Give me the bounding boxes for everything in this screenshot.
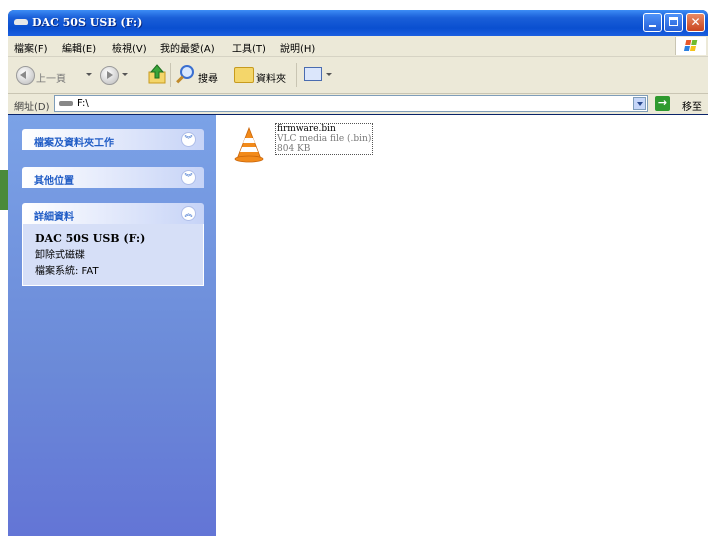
- places-header[interactable]: 其他位置 ︾: [22, 167, 204, 188]
- windows-logo: [675, 37, 706, 55]
- forward-button[interactable]: [100, 66, 119, 85]
- windows-flag-icon: [683, 40, 699, 52]
- maximize-button[interactable]: [664, 13, 683, 32]
- close-button[interactable]: ✕: [686, 13, 705, 32]
- address-label: 網址(D): [14, 102, 50, 113]
- folders-label[interactable]: 資料夾: [256, 70, 286, 85]
- places-header-label: 其他位置: [34, 176, 74, 187]
- file-item[interactable]: firmware.bin VLC media file (.bin) 804 K…: [228, 121, 378, 169]
- menu-file[interactable]: 檔案(F): [14, 40, 48, 55]
- forward-dropdown-icon[interactable]: [122, 73, 128, 76]
- task-pane: 檔案及資料夾工作 ︾ 其他位置 ︾ 詳細資料 ︽ DAC 50S USB (F:…: [8, 115, 216, 536]
- drive-icon: [59, 101, 73, 106]
- views-icon[interactable]: [304, 67, 322, 81]
- menu-help[interactable]: 說明(H): [280, 40, 315, 55]
- toolbar: 上一頁 搜尋 資料夾: [8, 57, 708, 94]
- up-folder-icon[interactable]: [148, 64, 166, 84]
- file-type: VLC media file (.bin): [277, 134, 372, 144]
- drive-icon: [14, 19, 28, 25]
- back-label: 上一頁: [36, 74, 66, 85]
- tasks-header[interactable]: 檔案及資料夾工作 ︾: [22, 129, 204, 150]
- back-dropdown-icon[interactable]: [86, 73, 92, 76]
- folders-icon[interactable]: [234, 67, 254, 83]
- vlc-cone-icon: [234, 127, 264, 163]
- file-label: firmware.bin VLC media file (.bin) 804 K…: [275, 123, 374, 155]
- go-arrow-icon[interactable]: →: [655, 96, 670, 111]
- file-size: 804 KB: [277, 144, 311, 154]
- chevron-down-icon[interactable]: ︾: [181, 132, 196, 147]
- menu-edit[interactable]: 編輯(E): [62, 40, 96, 55]
- background-strip: [0, 170, 8, 210]
- tasks-box: 檔案及資料夾工作 ︾: [22, 129, 204, 150]
- window-title: DAC 50S USB (F:): [32, 16, 143, 29]
- minimize-button[interactable]: [643, 13, 662, 32]
- details-header-label: 詳細資料: [34, 212, 74, 223]
- toolbar-separator: [296, 63, 297, 87]
- go-button[interactable]: 移至: [682, 98, 702, 113]
- back-button[interactable]: [16, 66, 35, 85]
- toolbar-separator: [170, 63, 171, 87]
- menu-view[interactable]: 檢視(V): [112, 40, 147, 55]
- forward-arrow-icon: [107, 71, 113, 79]
- title-bar[interactable]: DAC 50S USB (F:) ✕: [8, 10, 708, 36]
- details-name: DAC 50S USB (F:): [35, 232, 146, 245]
- close-icon: ✕: [690, 15, 701, 29]
- details-box: 詳細資料 ︽ DAC 50S USB (F:) 卸除式磁碟 檔案系統: FAT: [22, 203, 204, 286]
- chevron-down-icon[interactable]: ︾: [181, 170, 196, 185]
- explorer-window: DAC 50S USB (F:) ✕ 檔案(F) 編輯(E) 檢視(V) 我的最…: [8, 10, 708, 536]
- file-list[interactable]: firmware.bin VLC media file (.bin) 804 K…: [216, 115, 708, 536]
- address-value: F:\: [77, 98, 89, 109]
- menu-bar: 檔案(F) 編輯(E) 檢視(V) 我的最愛(A) 工具(T) 說明(H): [8, 36, 708, 57]
- file-name: firmware.bin: [277, 124, 336, 134]
- menu-favorites[interactable]: 我的最愛(A): [160, 40, 215, 55]
- views-dropdown-icon[interactable]: [326, 73, 332, 76]
- search-icon-handle: [176, 75, 184, 84]
- details-filesystem: 檔案系統: FAT: [35, 266, 99, 277]
- address-dropdown-icon[interactable]: [633, 97, 646, 110]
- menu-tools[interactable]: 工具(T): [232, 40, 266, 55]
- minimize-icon: [649, 25, 656, 27]
- back-arrow-icon: [20, 71, 26, 79]
- details-body: DAC 50S USB (F:) 卸除式磁碟 檔案系統: FAT: [22, 224, 204, 286]
- maximize-icon: [669, 17, 678, 26]
- search-label[interactable]: 搜尋: [198, 70, 218, 85]
- tasks-header-label: 檔案及資料夾工作: [34, 138, 114, 149]
- address-bar: 網址(D) F:\ → 移至: [8, 94, 708, 114]
- address-input[interactable]: F:\: [54, 95, 648, 112]
- chevron-up-icon[interactable]: ︽: [181, 206, 196, 221]
- details-header[interactable]: 詳細資料 ︽: [22, 203, 204, 224]
- details-type: 卸除式磁碟: [35, 250, 85, 261]
- places-box: 其他位置 ︾: [22, 167, 204, 188]
